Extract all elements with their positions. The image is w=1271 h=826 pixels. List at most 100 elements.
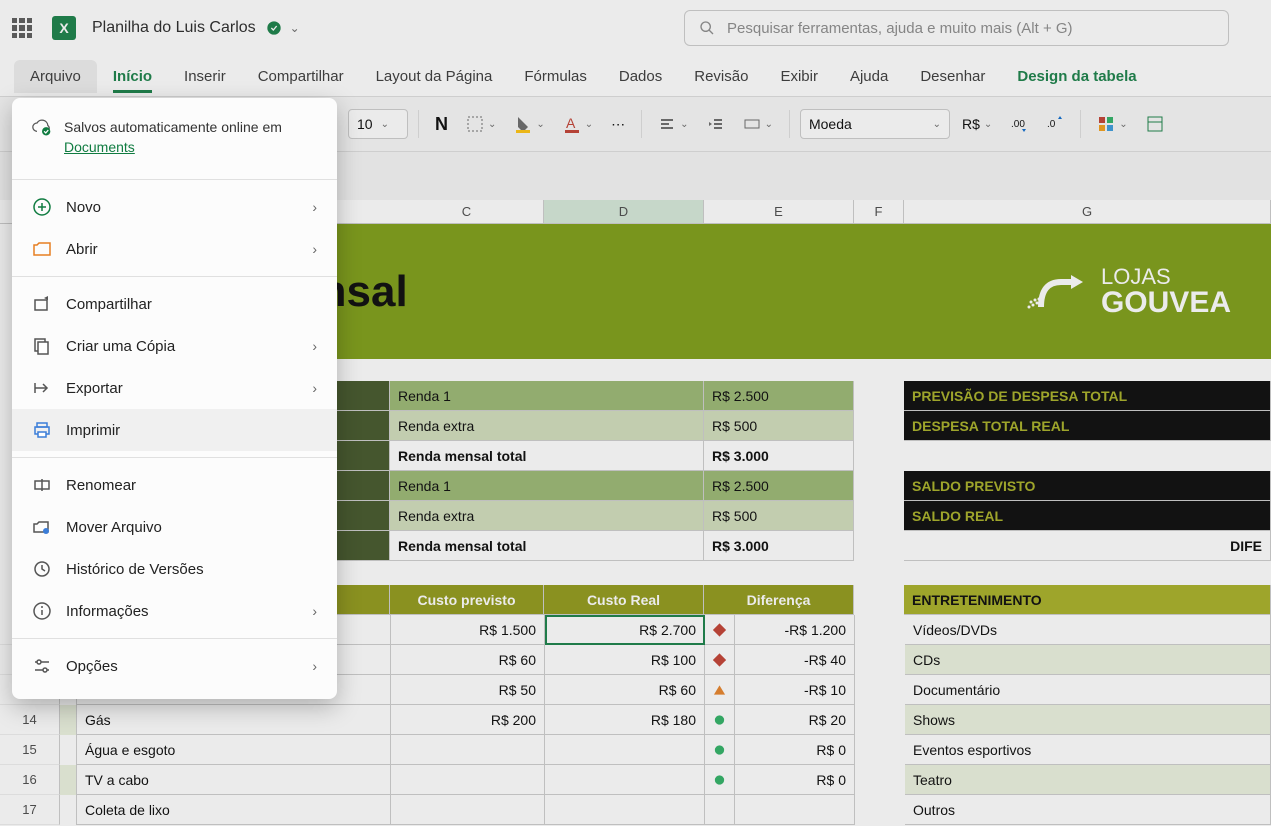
cell[interactable]	[735, 795, 855, 825]
document-name[interactable]: Planilha do Luis Carlos	[92, 19, 256, 37]
cell[interactable]	[545, 765, 705, 795]
documents-link[interactable]: Documents	[64, 139, 135, 155]
menu-renomear[interactable]: Renomear	[12, 464, 337, 506]
tab-dados[interactable]: Dados	[603, 60, 678, 93]
fontsize-select[interactable]: 10⌄	[348, 109, 408, 139]
tab-arquivo[interactable]: Arquivo	[14, 60, 97, 93]
col-g[interactable]: G	[904, 200, 1271, 223]
tab-compartilhar[interactable]: Compartilhar	[242, 60, 360, 93]
indicator-cell[interactable]	[705, 765, 735, 795]
cond-format-button[interactable]: ⌄	[1091, 108, 1133, 140]
menu-exportar[interactable]: Exportar›	[12, 367, 337, 409]
cell[interactable]: Teatro	[905, 765, 1271, 795]
cell[interactable]: Coleta de lixo	[76, 795, 391, 825]
share-icon	[32, 294, 52, 314]
col-e[interactable]: E	[704, 200, 854, 223]
border-button[interactable]: ⌄	[460, 108, 502, 140]
cell[interactable]: Vídeos/DVDs	[905, 615, 1271, 645]
cell[interactable]: R$ 0	[735, 765, 855, 795]
cell[interactable]: Documentário	[905, 675, 1271, 705]
col-f[interactable]: F	[854, 200, 904, 223]
bold-button[interactable]: N	[429, 108, 454, 140]
cell[interactable]: Renda 1	[390, 381, 704, 411]
tab-inserir[interactable]: Inserir	[168, 60, 242, 93]
menu-historico[interactable]: Histórico de Versões	[12, 548, 337, 590]
copy-icon	[32, 336, 52, 356]
history-icon	[32, 559, 52, 579]
cell[interactable]	[545, 735, 705, 765]
currency-button[interactable]: R$⌄	[956, 108, 998, 140]
align-button[interactable]: ⌄	[652, 108, 694, 140]
cell[interactable]: Eventos esportivos	[905, 735, 1271, 765]
decimal-inc-button[interactable]: .0	[1040, 108, 1070, 140]
indicator-cell[interactable]	[705, 705, 735, 735]
cell[interactable]: R$ 50	[391, 675, 545, 705]
indicator-cell[interactable]	[705, 645, 735, 675]
cell[interactable]: R$ 0	[735, 735, 855, 765]
indicator-cell[interactable]	[705, 615, 735, 645]
menu-imprimir[interactable]: Imprimir	[12, 409, 337, 451]
tab-revisao[interactable]: Revisão	[678, 60, 764, 93]
cell[interactable]: R$ 60	[545, 675, 705, 705]
tab-layout[interactable]: Layout da Página	[360, 60, 509, 93]
cell[interactable]: R$ 20	[735, 705, 855, 735]
format-table-button[interactable]	[1140, 108, 1170, 140]
indicator-cell[interactable]	[705, 735, 735, 765]
row-number[interactable]: 16	[0, 765, 60, 795]
indicator-cell[interactable]	[705, 675, 735, 705]
tab-formulas[interactable]: Fórmulas	[508, 60, 603, 93]
tab-design[interactable]: Design da tabela	[1001, 60, 1152, 93]
col-c[interactable]: C	[390, 200, 544, 223]
cell[interactable]: R$ 2.700	[545, 615, 705, 645]
cell[interactable]: CDs	[905, 645, 1271, 675]
cell[interactable]: R$ 2.500	[704, 381, 854, 411]
decimal-dec-button[interactable]: .00	[1004, 108, 1034, 140]
col-d[interactable]: D	[544, 200, 704, 223]
plus-icon	[32, 197, 52, 217]
cell[interactable]: PREVISÃO DE DESPESA TOTAL	[904, 381, 1271, 411]
cell[interactable]: R$ 100	[545, 645, 705, 675]
settings-icon	[32, 656, 52, 676]
cell[interactable]: Outros	[905, 795, 1271, 825]
indicator-cell[interactable]	[705, 795, 735, 825]
title-dropdown-icon[interactable]: ⌄	[290, 21, 300, 35]
cell[interactable]: Água e esgoto	[76, 735, 391, 765]
cell[interactable]: R$ 1.500	[391, 615, 545, 645]
menu-copia[interactable]: Criar uma Cópia›	[12, 325, 337, 367]
cell[interactable]: -R$ 40	[735, 645, 855, 675]
cell[interactable]: Gás	[76, 705, 391, 735]
more-font-button[interactable]: ⋯	[605, 108, 631, 140]
menu-info[interactable]: Informações›	[12, 590, 337, 632]
cell[interactable]	[391, 795, 545, 825]
tab-ajuda[interactable]: Ajuda	[834, 60, 904, 93]
cell[interactable]	[545, 795, 705, 825]
row-number[interactable]: 15	[0, 735, 60, 765]
merge-button[interactable]: ⌄	[737, 108, 779, 140]
tab-desenhar[interactable]: Desenhar	[904, 60, 1001, 93]
menu-opcoes[interactable]: Opções›	[12, 645, 337, 687]
cell[interactable]	[391, 735, 545, 765]
cell[interactable]: R$ 200	[391, 705, 545, 735]
app-launcher-icon[interactable]	[12, 18, 32, 38]
fill-color-button[interactable]: ⌄	[508, 108, 550, 140]
menu-novo[interactable]: Novo›	[12, 186, 337, 228]
indent-button[interactable]	[701, 108, 731, 140]
cell[interactable]: -R$ 1.200	[735, 615, 855, 645]
search-input[interactable]: Pesquisar ferramentas, ajuda e muito mai…	[684, 10, 1229, 46]
cell[interactable]: R$ 180	[545, 705, 705, 735]
cell[interactable]: TV a cabo	[76, 765, 391, 795]
search-placeholder: Pesquisar ferramentas, ajuda e muito mai…	[727, 20, 1073, 37]
font-color-button[interactable]: A⌄	[557, 108, 599, 140]
cell[interactable]: -R$ 10	[735, 675, 855, 705]
tab-exibir[interactable]: Exibir	[764, 60, 834, 93]
cell[interactable]	[391, 765, 545, 795]
menu-compartilhar[interactable]: Compartilhar	[12, 283, 337, 325]
cell[interactable]: Shows	[905, 705, 1271, 735]
tab-inicio[interactable]: Início	[97, 60, 168, 93]
row-number[interactable]: 14	[0, 705, 60, 735]
menu-mover[interactable]: Mover Arquivo	[12, 506, 337, 548]
number-format-select[interactable]: Moeda⌄	[800, 109, 950, 139]
menu-abrir[interactable]: Abrir›	[12, 228, 337, 270]
row-number[interactable]: 17	[0, 795, 60, 825]
cell[interactable]: R$ 60	[391, 645, 545, 675]
